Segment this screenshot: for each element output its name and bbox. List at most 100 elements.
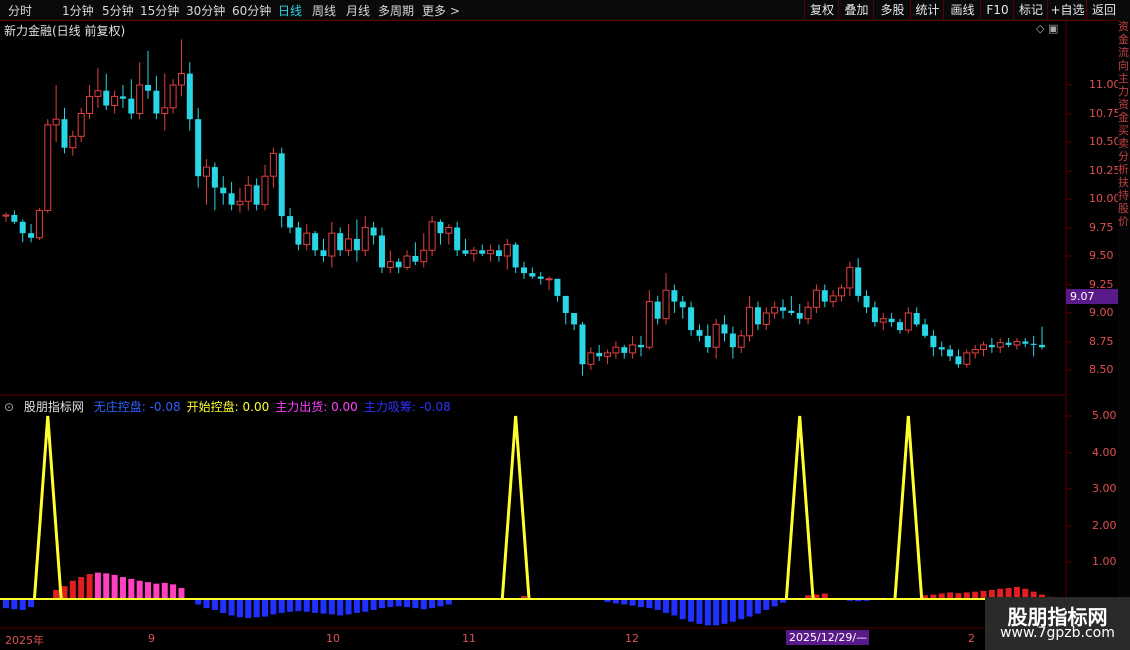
period-tab-5[interactable]: 60分钟 <box>232 2 271 19</box>
candle-body <box>211 167 218 188</box>
candle-body <box>35 209 43 239</box>
candle-body <box>236 200 244 206</box>
price-tick-label: 9.00 <box>1089 306 1114 319</box>
candle-body <box>503 244 511 257</box>
red-bar <box>61 586 68 599</box>
blue-bar <box>780 599 786 603</box>
candle-body <box>94 90 102 97</box>
toolbar-action-4[interactable]: 画线 <box>943 0 981 20</box>
red-bar <box>178 588 185 599</box>
candle-body <box>462 250 469 254</box>
control-spike <box>784 415 815 600</box>
blue-bar <box>220 599 227 613</box>
indicator-tick-label: 1.00 <box>1092 555 1117 568</box>
candle-body <box>353 238 360 251</box>
candle-body <box>988 344 995 348</box>
candle-body <box>679 301 686 308</box>
candle-body <box>821 290 828 302</box>
candle-body <box>729 333 736 348</box>
control-spike <box>500 415 531 600</box>
toolbar-action-3[interactable]: 统计 <box>910 0 944 20</box>
toolbar-action-5[interactable]: F10 <box>980 0 1014 20</box>
candle-body <box>361 227 369 251</box>
red-bar <box>136 580 143 599</box>
blue-bar <box>303 599 310 612</box>
red-bar <box>128 578 135 599</box>
blue-bar <box>729 599 736 622</box>
candle-body <box>337 233 344 251</box>
candle-body <box>470 249 478 255</box>
right-side-panel[interactable]: 资金流向主力资金买卖分析扶持股价 <box>1118 20 1130 630</box>
toolbar-action-1[interactable]: 叠加 <box>838 0 874 20</box>
candle-body <box>712 323 720 348</box>
red-bar <box>53 589 60 599</box>
date-tick-label: 11 <box>462 632 476 645</box>
candle-body <box>930 335 937 348</box>
toolbar-action-0[interactable]: 复权 <box>804 0 839 20</box>
blue-bar <box>612 599 619 604</box>
red-bar <box>86 574 93 599</box>
period-tab-7[interactable]: 周线 <box>312 2 336 19</box>
candle-body <box>637 344 644 348</box>
candle-body <box>855 267 862 296</box>
period-tab-3[interactable]: 15分钟 <box>140 2 179 19</box>
current-price-tag: 9.07 <box>1066 289 1118 304</box>
control-spike <box>893 415 924 600</box>
window-icon[interactable]: ▣ <box>1048 22 1058 35</box>
diamond-icon[interactable]: ◇ <box>1036 22 1044 35</box>
candle-body <box>771 306 779 314</box>
period-tab-10[interactable]: 更多 > <box>422 2 460 19</box>
blue-bar <box>688 599 695 622</box>
period-tab-6[interactable]: 日线 <box>278 2 302 19</box>
candle-body <box>287 216 294 228</box>
candle-body <box>203 166 211 177</box>
period-tab-8[interactable]: 月线 <box>346 2 370 19</box>
control-spike <box>32 415 63 600</box>
candle-body <box>671 290 678 302</box>
blue-bar <box>846 599 853 601</box>
red-bar <box>821 593 828 599</box>
red-bar <box>938 593 945 599</box>
red-bar <box>521 596 527 599</box>
red-bar <box>813 594 820 599</box>
candle-body <box>312 233 319 251</box>
candle-body <box>269 152 277 177</box>
price-tick-label: 9.50 <box>1089 249 1114 262</box>
toolbar-action-7[interactable]: +自选 <box>1047 0 1087 20</box>
period-toolbar: 分时 1分钟 5分钟 15分钟 30分钟 60分钟 日线 周线 月线 多周期 更多 > 复权 叠加 多股统… <box>0 0 1130 21</box>
candle-body <box>754 307 761 325</box>
candle-body <box>1039 344 1045 348</box>
blue-bar <box>679 599 686 620</box>
blue-bar <box>195 599 202 605</box>
toolbar-action-6[interactable]: 标记 <box>1013 0 1048 20</box>
candle-body <box>186 73 193 120</box>
red-bar <box>930 594 937 599</box>
period-tab-2[interactable]: 5分钟 <box>102 2 134 19</box>
candle-body <box>579 324 586 365</box>
blue-bar <box>295 599 302 612</box>
blue-bar <box>437 599 444 607</box>
candle-body <box>153 90 160 114</box>
candle-body <box>44 124 52 211</box>
candle-body <box>1022 341 1029 344</box>
toolbar-action-8[interactable]: 返回 <box>1086 0 1121 20</box>
candle-body <box>136 84 144 114</box>
candle-body <box>103 90 110 106</box>
period-tab-1[interactable]: 1分钟 <box>62 2 94 19</box>
blue-bar <box>629 599 636 606</box>
blue-bar <box>312 599 319 613</box>
candle-body <box>119 96 126 99</box>
indicator-name[interactable]: 股朋指标网 <box>24 400 84 414</box>
period-tab-9[interactable]: 多周期 <box>378 2 414 19</box>
candle-body <box>77 113 85 137</box>
candle-body <box>629 344 637 354</box>
candle-body <box>161 107 169 115</box>
candle-body <box>512 244 519 268</box>
toolbar-action-2[interactable]: 多股 <box>873 0 911 20</box>
candle-body <box>328 232 336 257</box>
indicator-toggle-icon[interactable]: ⊙ <box>4 400 14 414</box>
candle-body <box>521 267 527 274</box>
blue-bar <box>746 599 753 617</box>
period-tab-0[interactable]: 分时 <box>8 2 32 19</box>
period-tab-4[interactable]: 30分钟 <box>186 2 225 19</box>
